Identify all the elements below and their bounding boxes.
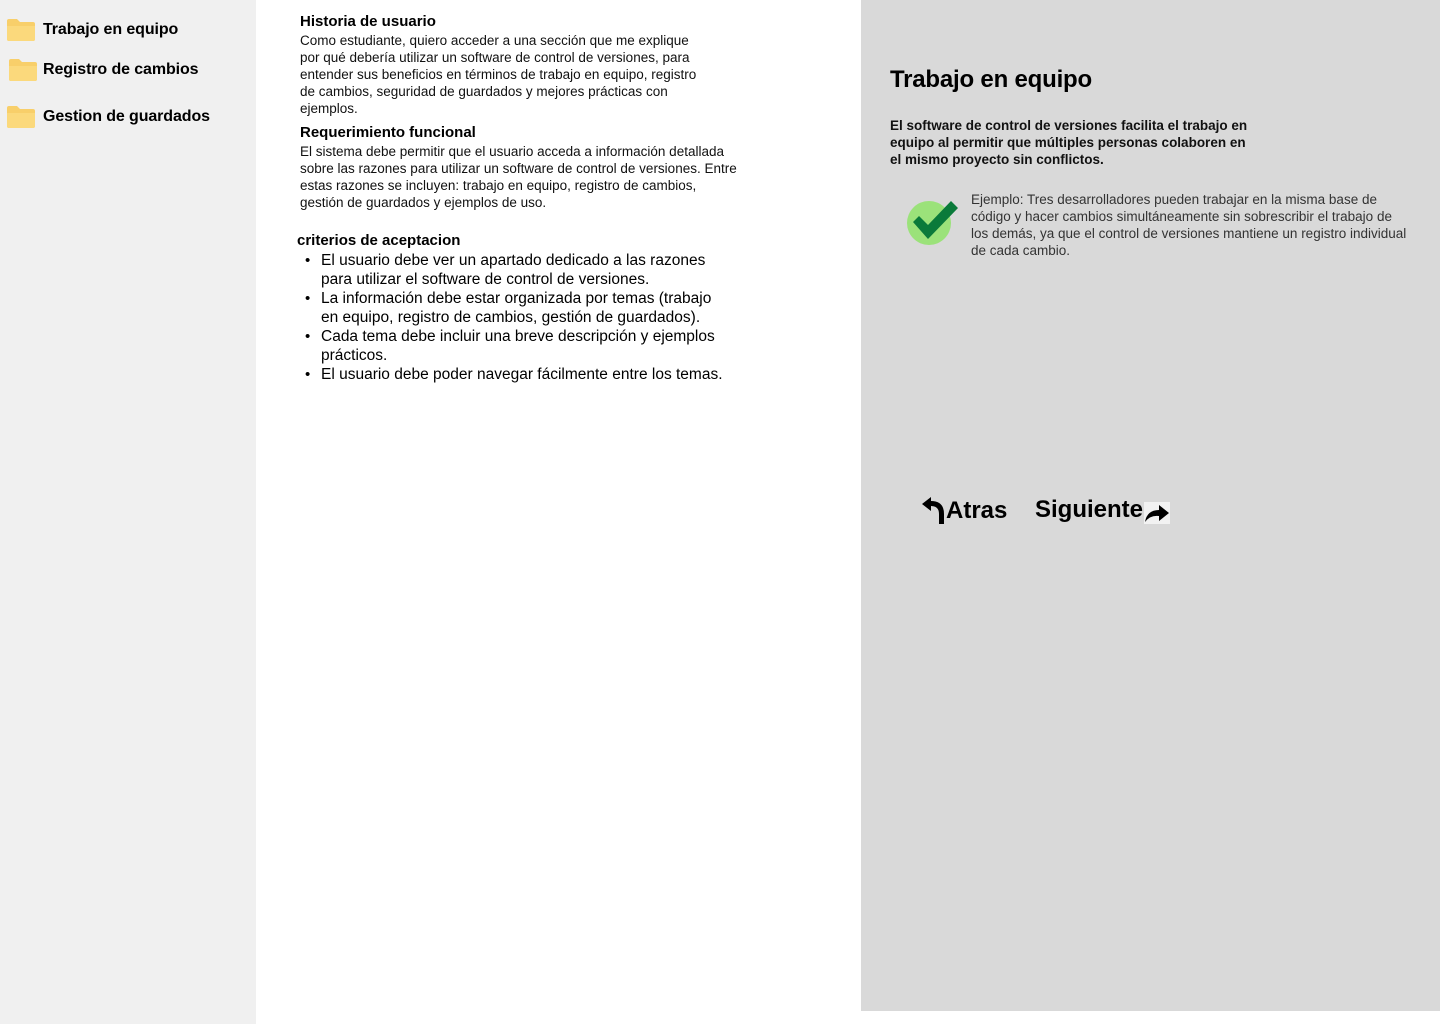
sidebar-item-label: Trabajo en equipo (43, 21, 179, 38)
folder-icon (6, 18, 36, 42)
back-button[interactable]: Atras (920, 496, 1007, 526)
sidebar-item-label: Registro de cambios (43, 61, 199, 78)
topic-title: Trabajo en equipo (890, 66, 1092, 93)
undo-arrow-icon (920, 496, 946, 526)
user-story-body: Como estudiante, quiero acceder a una se… (300, 33, 697, 116)
user-story-title: Historia de usuario (300, 13, 436, 30)
sidebar-item-trabajo-en-equipo[interactable]: Trabajo en equipo (6, 18, 178, 42)
list-item: El usuario debe ver un apartado dedicado… (305, 251, 731, 289)
folder-icon (6, 105, 36, 129)
sidebar-item-gestion-de-guardados[interactable]: Gestion de guardados (6, 105, 210, 129)
next-button-label: Siguiente (1035, 496, 1144, 523)
checkmark-icon (905, 196, 961, 248)
next-button[interactable]: Siguiente (1035, 496, 1171, 524)
list-item: Cada tema debe incluir una breve descrip… (305, 327, 731, 365)
share-arrow-icon (1144, 502, 1171, 524)
acceptance-criteria-title: criterios de aceptacion (297, 232, 461, 249)
acceptance-criteria-list: El usuario debe ver un apartado dedicado… (305, 251, 731, 384)
sidebar-item-registro-de-cambios[interactable]: Registro de cambios (8, 58, 199, 82)
functional-requirement-title: Requerimiento funcional (300, 124, 476, 141)
topic-example: Ejemplo: Tres desarrolladores pueden tra… (971, 192, 1407, 258)
sidebar-item-label: Gestion de guardados (43, 108, 210, 125)
list-item: La información debe estar organizada por… (305, 289, 731, 327)
sidebar: Trabajo en equipo Registro de cambios Ge… (0, 0, 256, 1024)
back-button-label: Atras (946, 497, 1008, 524)
list-item: El usuario debe poder navegar fácilmente… (305, 365, 731, 384)
functional-requirement-body: El sistema debe permitir que el usuario … (300, 144, 737, 210)
topic-description: El software de control de versiones faci… (890, 118, 1248, 167)
folder-icon (8, 58, 38, 82)
